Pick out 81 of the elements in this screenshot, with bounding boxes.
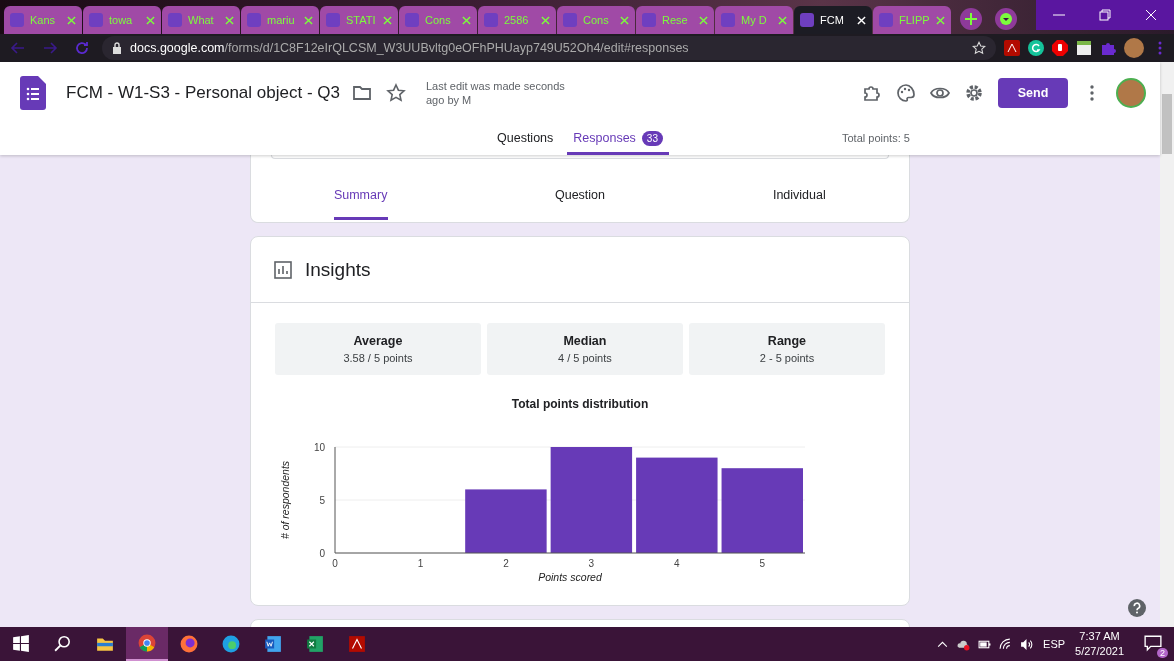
favicon-icon [721, 13, 735, 27]
favicon-icon [247, 13, 261, 27]
favicon-icon [642, 13, 656, 27]
stat-label: Average [353, 334, 403, 348]
browser-tab[interactable]: Cons [399, 6, 477, 34]
avatar[interactable] [1124, 38, 1144, 58]
favicon-icon [10, 13, 24, 27]
last-edit-text: Last edit was made seconds ago by M [425, 79, 566, 107]
forms-logo-icon[interactable] [20, 76, 46, 110]
favicon-icon [89, 13, 103, 27]
send-button[interactable]: Send [998, 78, 1068, 108]
count-badge: 33 [641, 130, 663, 146]
address-bar[interactable]: docs.google.com/forms/d/1C8F12eIrQLCSM_W3UUBvltg0eOFhPHUayp749U52Oh4/edit#responses [102, 36, 996, 60]
favicon-icon [879, 13, 893, 27]
x-tick-label: 0 [332, 558, 338, 569]
clock-time[interactable]: 7:37 AM [1079, 629, 1120, 644]
x-tick-label: 5 [759, 558, 766, 569]
avatar[interactable] [1116, 78, 1146, 108]
language-indicator[interactable]: ESP [1043, 638, 1066, 650]
chrome-icon[interactable] [138, 634, 156, 652]
stat-value: 3.58 / 5 points [343, 352, 413, 364]
url-text: docs.google.com/forms/d/1C8F12eIrQLCSM_W3UUBvltg0eOFhPHUayp749U52Oh4/edit#responses [130, 41, 689, 55]
y-tick-label: 5 [319, 495, 325, 506]
palette-icon[interactable] [896, 83, 916, 103]
browser-tab[interactable]: mariu [241, 6, 319, 34]
favicon-icon [168, 13, 182, 27]
favicon-icon [800, 13, 814, 27]
browser-tab[interactable]: What [162, 6, 240, 34]
y-axis-label: # of respondents [279, 460, 291, 540]
wifi-icon[interactable] [999, 637, 1013, 651]
browser-tab[interactable]: 2586 [478, 6, 556, 34]
new-tab-icon[interactable] [960, 8, 982, 30]
windows-start-icon[interactable] [12, 635, 30, 653]
notification-count: 2 [1157, 648, 1168, 658]
folder-icon[interactable] [96, 635, 114, 653]
y-tick-label: 10 [313, 442, 325, 453]
browser-tab[interactable]: towa [83, 6, 161, 34]
excel-icon[interactable] [306, 635, 324, 653]
help-icon[interactable] [1128, 599, 1146, 617]
x-axis-label: Points scored [538, 571, 602, 583]
word-icon[interactable] [264, 635, 282, 653]
browser-tab[interactable]: Cons [557, 6, 635, 34]
notepad-icon[interactable] [1076, 40, 1092, 56]
browser-tab[interactable]: My D [715, 6, 793, 34]
volume-icon[interactable] [1020, 637, 1034, 651]
x-tick-label: 4 [674, 558, 680, 569]
favicon-icon [563, 13, 577, 27]
search-icon[interactable] [54, 635, 72, 653]
browser-tab[interactable]: Kans [4, 6, 82, 34]
total-points-text: Total points: 5 [842, 132, 910, 144]
favicon-icon [326, 13, 340, 27]
profile-icon[interactable] [995, 8, 1017, 30]
summary-tab[interactable]: Individual [689, 188, 909, 220]
favicon-icon [484, 13, 498, 27]
x-tick-label: 1 [417, 558, 424, 569]
x-tick-label: 3 [588, 558, 595, 569]
form-title[interactable]: FCM - W1-S3 - Personal object - Q3 [66, 83, 340, 103]
stat-value: 2 - 5 points [759, 352, 815, 364]
browser-tab[interactable]: FCM [794, 6, 872, 34]
favicon-icon [405, 13, 419, 27]
stat-label: Median [563, 334, 607, 348]
browser-tab[interactable]: Rese [636, 6, 714, 34]
form-tab[interactable]: Questions [491, 124, 560, 155]
stat-label: Range [767, 334, 807, 348]
summary-tab[interactable]: Question [470, 188, 690, 220]
folder-icon[interactable] [351, 83, 372, 103]
stat-value: 4 / 5 points [558, 352, 612, 364]
scrollbar[interactable] [1160, 62, 1174, 627]
x-tick-label: 2 [503, 558, 509, 569]
y-tick-label: 0 [319, 548, 325, 559]
browser-tab[interactable]: STATI [320, 6, 398, 34]
browser-tab[interactable]: FLIPP [873, 6, 951, 34]
chart-icon [273, 259, 293, 280]
clock-date[interactable]: 5/27/2021 [1075, 644, 1124, 659]
puzzle-icon[interactable] [862, 83, 882, 103]
star-icon[interactable] [385, 83, 406, 103]
lock-icon [112, 42, 122, 54]
insights-title: Insights [305, 258, 371, 281]
notifications-icon[interactable] [1144, 634, 1162, 652]
chart-title: Total points distribution [511, 397, 649, 411]
settings-icon[interactable] [964, 83, 984, 103]
